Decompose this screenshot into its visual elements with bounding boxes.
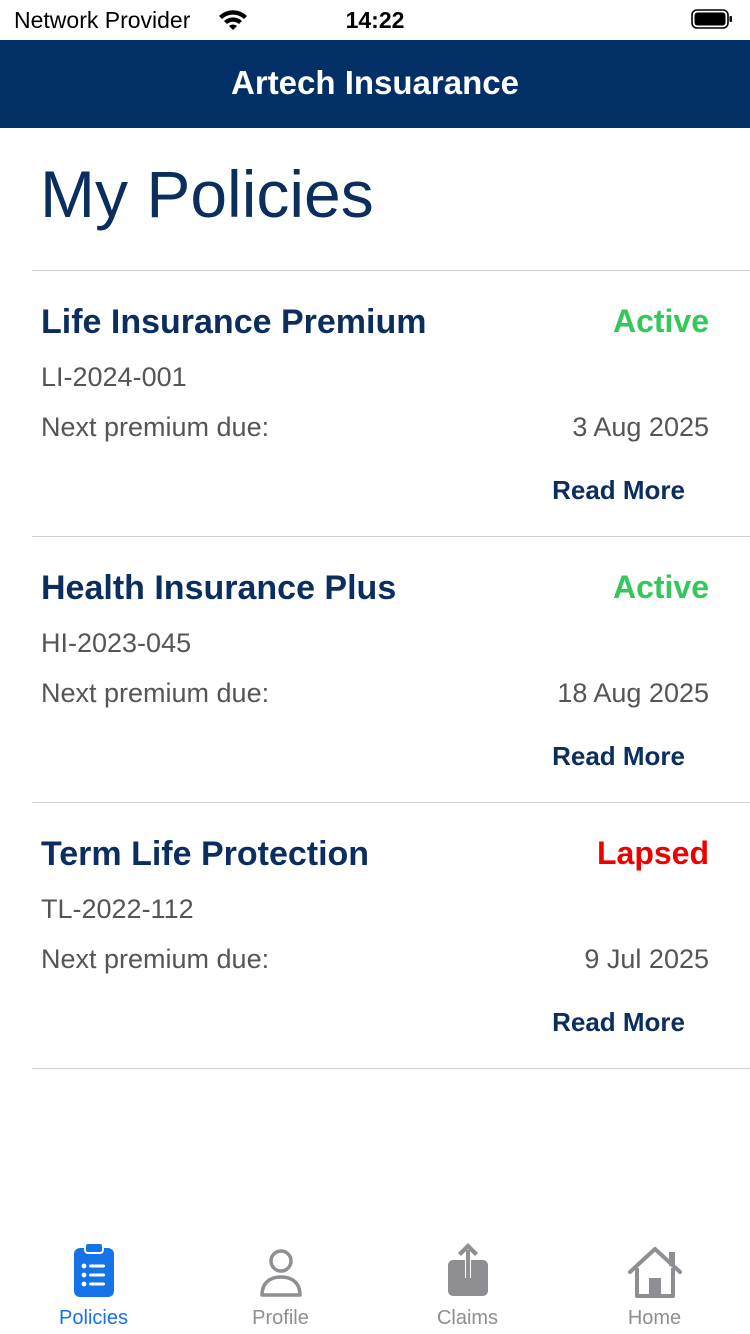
battery-icon (691, 9, 732, 29)
tab-label: Home (627, 1307, 682, 1329)
premium-due-label: Next premium due: (41, 412, 270, 442)
premium-due-date: 18 Aug 2025 (557, 678, 709, 708)
policy-name: Life Insurance Premium (41, 303, 427, 341)
policy-number: TL-2022-112 (41, 894, 194, 924)
page-title: My Policies (40, 157, 374, 231)
tab-bar: Policies Profile Claims Home (0, 1234, 750, 1334)
premium-due-date: 3 Aug 2025 (572, 412, 709, 442)
tab-home[interactable]: Home (561, 1234, 748, 1334)
policy-name: Health Insurance Plus (41, 569, 397, 607)
navigation-bar: Artech Insuarance (0, 40, 750, 128)
app-title: Artech Insuarance (231, 64, 519, 101)
status-bar: Network Provider 14:22 (0, 0, 750, 40)
divider (32, 1068, 750, 1069)
policy-card: Life Insurance Premium Active LI-2024-00… (0, 271, 750, 536)
person-icon (259, 1249, 302, 1297)
policy-number: LI-2024-001 (41, 362, 187, 392)
read-more-button[interactable]: Read More (552, 475, 685, 506)
tab-claims[interactable]: Claims (374, 1234, 561, 1334)
house-icon (627, 1247, 682, 1298)
read-more-button[interactable]: Read More (552, 1007, 685, 1038)
premium-due-label: Next premium due: (41, 944, 270, 974)
tab-profile[interactable]: Profile (187, 1234, 374, 1334)
clipboard-list-icon (73, 1242, 114, 1297)
policy-name: Term Life Protection (41, 835, 370, 873)
tab-label: Policies (59, 1307, 128, 1329)
premium-due-date: 9 Jul 2025 (584, 944, 709, 974)
policy-list: Life Insurance Premium Active LI-2024-00… (0, 270, 750, 1069)
status-badge: Active (612, 303, 709, 339)
status-badge: Active (612, 569, 709, 605)
share-upload-icon (447, 1243, 488, 1296)
policy-number: HI-2023-045 (41, 628, 192, 658)
policy-card: Term Life Protection Lapsed TL-2022-112 … (0, 803, 750, 1068)
status-time: 14:22 (345, 7, 405, 33)
tab-label: Profile (252, 1307, 309, 1329)
tab-policies[interactable]: Policies (0, 1234, 187, 1334)
policy-card: Health Insurance Plus Active HI-2023-045… (0, 537, 750, 802)
tab-label: Claims (436, 1307, 499, 1329)
read-more-button[interactable]: Read More (552, 741, 685, 772)
status-badge: Lapsed (596, 835, 709, 871)
premium-due-label: Next premium due: (41, 678, 270, 708)
